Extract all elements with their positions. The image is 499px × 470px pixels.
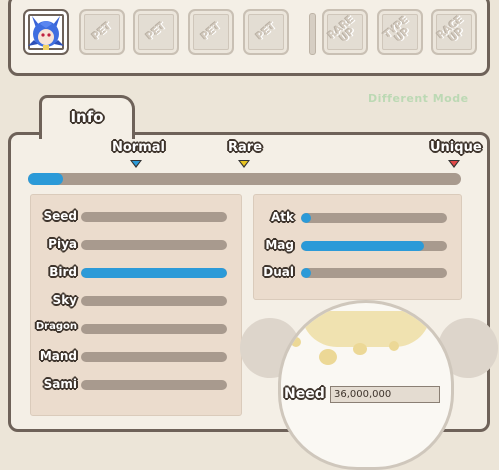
pet-slot-label: PET xyxy=(144,20,168,43)
attr-bar-fill xyxy=(301,268,312,278)
background-text: Different Mode xyxy=(368,92,469,105)
type-label-sky: Sky xyxy=(52,293,77,307)
attr-bar-fill xyxy=(301,213,312,223)
attr-label-dual: Dual xyxy=(263,265,294,279)
type-label-mand: Mand xyxy=(39,349,77,363)
attr-bar-atk xyxy=(301,213,447,223)
egg-drip xyxy=(389,341,399,351)
attr-bar-dual xyxy=(301,268,447,278)
type-up-label: TYPE UP xyxy=(382,14,413,45)
pet-slot-label: PET xyxy=(90,20,114,43)
pet-slot-label: PET xyxy=(199,20,223,43)
pet-slot-label: PET xyxy=(254,20,278,43)
rarity-progress-fill xyxy=(28,173,63,185)
type-bar-bird xyxy=(81,268,227,278)
pet-egg xyxy=(278,300,454,470)
attr-label-mag: Mag xyxy=(265,237,294,252)
egg-drip xyxy=(319,349,337,365)
rare-marker-icon xyxy=(238,160,250,168)
type-label-dragon: Dragon xyxy=(35,321,77,332)
pet-slot-1[interactable] xyxy=(23,9,69,55)
egg-drip xyxy=(291,337,301,347)
pet-slot-2[interactable]: PET xyxy=(79,9,125,55)
need-value: 36,000,000 xyxy=(330,386,440,403)
type-bar-mand xyxy=(81,352,227,362)
type-label-bird: Bird xyxy=(49,265,77,279)
attr-bar-fill xyxy=(301,240,424,251)
type-bar-dragon xyxy=(81,324,227,334)
type-bar-seed xyxy=(81,212,227,222)
rarity-label-rare: Rare xyxy=(228,140,263,155)
type-bar-fill xyxy=(81,268,227,278)
rarity-label-unique: Unique xyxy=(430,140,482,155)
type-bar-sky xyxy=(81,296,227,306)
race-up-slot[interactable]: RACE UP xyxy=(431,9,477,55)
type-bar-sami xyxy=(81,380,227,390)
rare-up-slot[interactable]: RARE UP xyxy=(322,9,368,55)
unique-marker-icon xyxy=(448,160,460,168)
slot-divider xyxy=(309,13,316,55)
attr-label-atk: Atk xyxy=(270,210,294,224)
type-up-slot[interactable]: TYPE UP xyxy=(377,9,423,55)
type-label-piya: Piya xyxy=(48,237,77,251)
pet-slot-4[interactable]: PET xyxy=(188,9,234,55)
pet-slot-5[interactable]: PET xyxy=(243,9,289,55)
rare-up-label: RARE UP xyxy=(326,13,358,45)
type-label-sami: Sami xyxy=(43,377,77,391)
need-label: Need xyxy=(284,386,325,402)
egg-yolk xyxy=(301,311,431,347)
attr-bar-mag xyxy=(301,240,447,251)
type-bar-piya xyxy=(81,240,227,250)
pet-slot-3[interactable]: PET xyxy=(133,9,179,55)
pet-slot-panel: PET PET PET PET RARE UP TYPE UP RACE UP xyxy=(8,0,490,76)
tab-info-label: Info xyxy=(70,108,104,126)
tab-info[interactable]: Info xyxy=(39,95,135,139)
rarity-label-normal: Normal xyxy=(112,140,165,155)
type-label-seed: Seed xyxy=(43,209,77,223)
egg-drip xyxy=(353,343,367,355)
normal-marker-icon xyxy=(130,160,142,168)
blue-bird-character-icon xyxy=(28,16,64,50)
rarity-progress-bar xyxy=(28,173,461,185)
race-up-label: RACE UP xyxy=(435,14,467,45)
